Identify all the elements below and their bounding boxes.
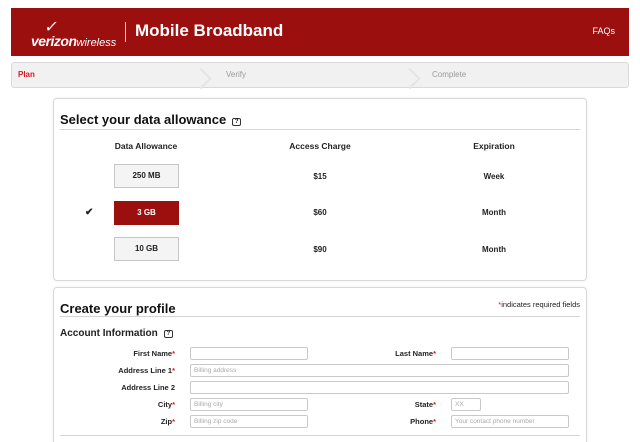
allowance-title: Select your data allowance bbox=[60, 112, 227, 127]
section-divider bbox=[60, 435, 580, 436]
address-line-1-input[interactable] bbox=[190, 364, 569, 377]
phone-input[interactable] bbox=[451, 415, 569, 428]
step-chevron-icon bbox=[201, 65, 211, 85]
logo-sub-text: wireless bbox=[76, 37, 117, 49]
city-input[interactable] bbox=[190, 398, 308, 411]
col-header-expiration: Expiration bbox=[473, 141, 515, 151]
last-name-input[interactable] bbox=[451, 347, 569, 360]
step-chevron-icon bbox=[410, 65, 420, 85]
selected-check-icon: ✔ bbox=[85, 207, 94, 218]
first-name-label: First Name* bbox=[133, 349, 175, 358]
required-fields-note: *indicates required fields bbox=[498, 300, 580, 309]
plan-250mb-expiration: Week bbox=[483, 172, 505, 181]
city-label: City* bbox=[157, 400, 175, 409]
header-divider bbox=[125, 22, 126, 42]
plan-3gb-expiration: Month bbox=[482, 208, 506, 217]
zip-label: Zip* bbox=[160, 417, 175, 426]
data-allowance-panel: Select your data allowance? Data Allowan… bbox=[53, 98, 587, 281]
address-line-2-label: Address Line 2 bbox=[121, 383, 175, 392]
section-divider bbox=[60, 129, 580, 130]
step-complete: Complete bbox=[432, 70, 467, 79]
col-header-allowance: Data Allowance bbox=[114, 141, 178, 151]
plan-250mb-charge: $15 bbox=[313, 172, 327, 181]
required-note-text: indicates required fields bbox=[501, 300, 580, 309]
plan-10gb-expiration: Month bbox=[482, 245, 506, 254]
page-title: Mobile Broadband bbox=[135, 21, 284, 40]
plan-250mb-button[interactable]: 250 MB bbox=[114, 164, 179, 188]
plan-3gb-charge: $60 bbox=[313, 208, 327, 217]
first-name-input[interactable] bbox=[190, 347, 308, 360]
create-profile-panel: Create your profile *indicates required … bbox=[53, 287, 587, 442]
phone-label: Phone* bbox=[410, 417, 436, 426]
plan-3gb-button[interactable]: 3 GB bbox=[114, 201, 179, 225]
logo-main-text: verizon bbox=[31, 33, 77, 49]
account-info-label: Account Information bbox=[60, 328, 158, 339]
help-icon[interactable]: ? bbox=[163, 330, 173, 338]
section-title: Select your data allowance? bbox=[60, 112, 242, 127]
account-info-heading: Account Information? bbox=[60, 328, 173, 339]
plan-10gb-charge: $90 bbox=[313, 245, 327, 254]
address-line-2-input[interactable] bbox=[190, 381, 569, 394]
state-input[interactable] bbox=[451, 398, 481, 411]
zip-input[interactable] bbox=[190, 415, 308, 428]
section-divider bbox=[60, 316, 580, 317]
step-verify: Verify bbox=[226, 70, 247, 79]
state-label: State* bbox=[414, 400, 436, 409]
step-progress-bar: Plan Verify Complete bbox=[11, 62, 629, 88]
help-icon[interactable]: ? bbox=[232, 118, 242, 126]
faqs-link[interactable]: FAQs bbox=[592, 26, 615, 36]
step-plan: Plan bbox=[18, 70, 35, 79]
col-header-charge: Access Charge bbox=[289, 141, 351, 151]
plan-10gb-button[interactable]: 10 GB bbox=[114, 237, 179, 261]
address-line-1-label: Address Line 1* bbox=[118, 366, 175, 375]
profile-title: Create your profile bbox=[60, 301, 176, 316]
header-bar: ✓ verizonwireless Mobile Broadband FAQs bbox=[11, 8, 629, 56]
last-name-label: Last Name* bbox=[395, 349, 436, 358]
